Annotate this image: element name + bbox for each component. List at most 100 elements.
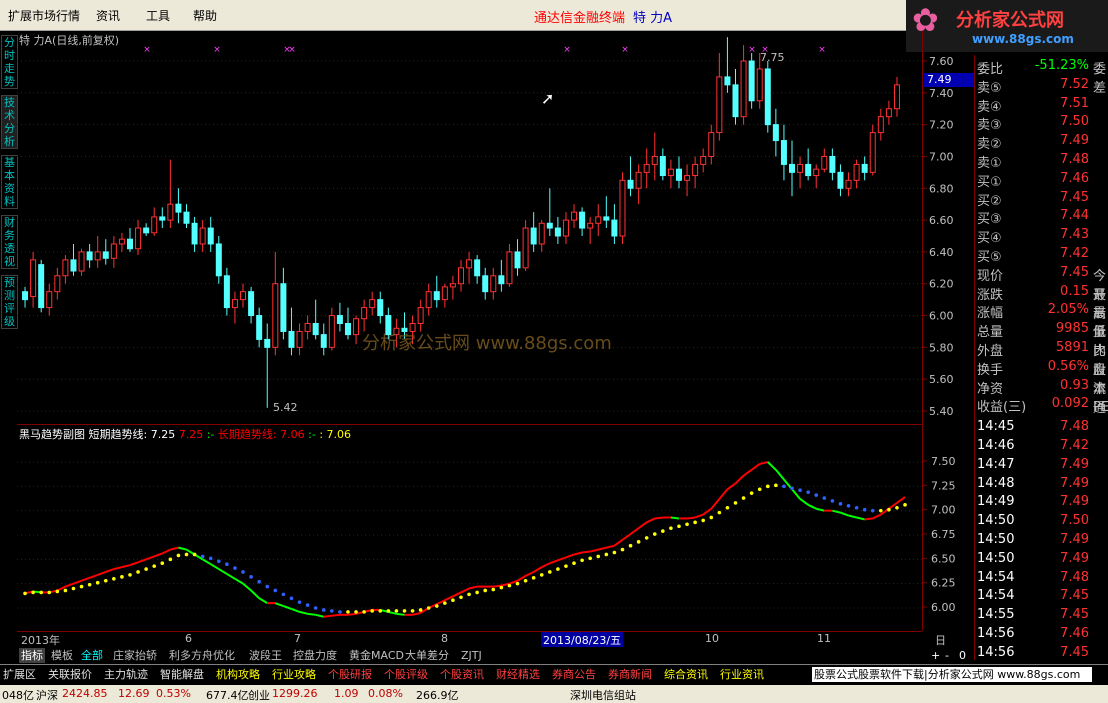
long-trend-dot <box>717 510 722 515</box>
func-rating[interactable]: 个股评级 <box>384 667 428 682</box>
side-tab-technical[interactable]: 技术分析 <box>1 95 18 149</box>
price-tick-label: 5.40 <box>929 405 954 418</box>
quote-stat-value: 0.93 <box>1060 377 1089 393</box>
tick-row: 14:55 7.45 <box>977 606 1108 624</box>
long-trend-dot <box>225 562 229 566</box>
func-general-news[interactable]: 综合资讯 <box>664 667 708 682</box>
tab-template[interactable]: 模板 <box>49 648 75 663</box>
short-trend-segment <box>283 605 292 610</box>
long-trend-dot <box>628 543 633 548</box>
func-smart-analysis[interactable]: 智能解盘 <box>160 667 204 682</box>
func-expand[interactable]: 扩展区 <box>3 667 36 682</box>
quote-stat-label: 总量 <box>977 325 1004 341</box>
func-main-track[interactable]: 主力轨迹 <box>104 667 148 682</box>
candle-body <box>231 299 238 309</box>
tick-row: 14:50 7.50 <box>977 512 1108 530</box>
menu-expand-market[interactable]: 扩展市场行情 <box>8 7 80 24</box>
tick-row-value: 7.45 <box>1060 588 1089 604</box>
short-trend-segment <box>315 613 324 618</box>
status-server: 深圳电信组站 <box>570 689 636 702</box>
func-related-quote[interactable]: 关联报价 <box>48 667 92 682</box>
short-trend-segment <box>291 608 300 613</box>
date-label-nov: 11 <box>817 632 831 645</box>
candle-body <box>837 171 844 189</box>
candle-body <box>684 175 691 181</box>
tick-row-value: 7.49 <box>1060 550 1089 566</box>
tick-row-value: 7.50 <box>1060 513 1089 529</box>
short-trend-segment <box>670 516 680 520</box>
tab-all[interactable]: 全部 <box>79 648 105 663</box>
menu-tools[interactable]: 工具 <box>146 7 170 24</box>
short-trend-segment <box>710 498 721 510</box>
tick-row: 14:56 7.46 <box>977 625 1108 643</box>
tab-dadan[interactable]: 大单差分 <box>403 648 451 663</box>
func-stock-news[interactable]: 个股资讯 <box>440 667 484 682</box>
candle-body <box>110 243 117 259</box>
func-industry[interactable]: 行业攻略 <box>272 667 316 682</box>
candlestick-chart[interactable]: × × ×× × × × × × <box>17 31 922 424</box>
long-trend-dot <box>798 488 802 493</box>
reset-button[interactable]: 0 <box>957 648 968 663</box>
func-research[interactable]: 个股研报 <box>328 667 372 682</box>
func-industry-news[interactable]: 行业资讯 <box>720 667 764 682</box>
short-trend-segment <box>178 546 187 551</box>
menu-help[interactable]: 帮助 <box>193 7 217 24</box>
main-chart[interactable]: × × × × × × × × × 特 力A(日线,前复权) 分析家公式网 www.88gs.c… <box>17 31 922 424</box>
side-tab-basic[interactable]: 基本资料 <box>1 155 18 209</box>
quote-buy: 买③ 7.44 <box>977 207 1108 227</box>
short-trend-segment <box>129 561 139 567</box>
candle-body <box>546 222 553 229</box>
side-tab-finance[interactable]: 财务透视 <box>1 215 18 269</box>
candle-body <box>183 211 190 224</box>
candle-body <box>54 275 61 293</box>
tab-macd[interactable]: 黄金MACD <box>347 648 406 663</box>
candle-body <box>869 132 876 173</box>
tab-kongpan[interactable]: 控盘力度 <box>291 648 339 663</box>
side-tab-timeshare[interactable]: 分时走势 <box>1 35 18 89</box>
long-trend-dot <box>620 547 625 552</box>
candle-body <box>789 163 796 173</box>
short-trend-segment <box>533 566 543 573</box>
menu-news[interactable]: 资讯 <box>96 7 120 24</box>
long-trend-dot <box>313 606 318 610</box>
trend-tick-label: 6.75 <box>931 528 956 541</box>
side-tabs: 分时走势 技术分析 基本资料 财务透视 预测评级 <box>0 31 18 646</box>
func-finance-picks[interactable]: 财经精选 <box>496 667 540 682</box>
zoom-in-button[interactable]: + <box>929 648 942 663</box>
tab-boduan[interactable]: 波段王 <box>247 648 284 663</box>
long-trend-dot <box>55 589 60 594</box>
candle-body <box>635 171 642 189</box>
short-trend-segment <box>226 573 236 580</box>
trend-chart[interactable] <box>17 425 922 632</box>
tab-indicator[interactable]: 指标 <box>19 648 45 663</box>
tab-zhuangjia[interactable]: 庄家抬轿 <box>111 648 159 663</box>
candle-body <box>821 155 828 170</box>
price-tick-label: 7.40 <box>929 87 954 100</box>
status-sh-label: 沪深 <box>36 689 58 702</box>
tick-row-value: 7.49 <box>1060 475 1089 491</box>
candle-body <box>312 323 319 336</box>
tab-zjtj[interactable]: ZJTJ <box>459 648 484 663</box>
price-tick-label: 6.40 <box>929 246 954 259</box>
long-trend-dot <box>378 609 383 613</box>
short-trend-segment <box>799 498 809 506</box>
side-tab-rating[interactable]: 预测评级 <box>1 275 18 329</box>
sub-chart[interactable]: 黑马趋势副图 短期趋势线: 7.25 7.25 :- 长期趋势线: 7.06 :… <box>17 424 922 632</box>
short-trend-dash: :- <box>206 428 215 441</box>
status-cy-label: 创业 <box>248 689 270 702</box>
candle-body <box>207 227 214 245</box>
func-institution[interactable]: 机构攻略 <box>216 667 260 682</box>
func-broker-notice[interactable]: 券商公告 <box>552 667 596 682</box>
zoom-out-button[interactable]: - <box>943 648 951 663</box>
status-sh-pct: 0.53% <box>156 687 191 700</box>
candle-body <box>611 219 618 237</box>
tab-liduo[interactable]: 利多方舟优化 <box>167 648 237 663</box>
candle-body <box>135 227 142 250</box>
ad-banner[interactable]: 股票公式股票软件下载|分析家公式网 www.88gs.com <box>812 667 1092 682</box>
func-broker-news[interactable]: 券商新闻 <box>608 667 652 682</box>
long-trend-dot <box>71 586 76 591</box>
long-trend-dot <box>903 503 907 507</box>
long-trend-dot <box>741 496 746 500</box>
long-trend-dot <box>531 576 536 580</box>
candle-body <box>853 163 860 181</box>
